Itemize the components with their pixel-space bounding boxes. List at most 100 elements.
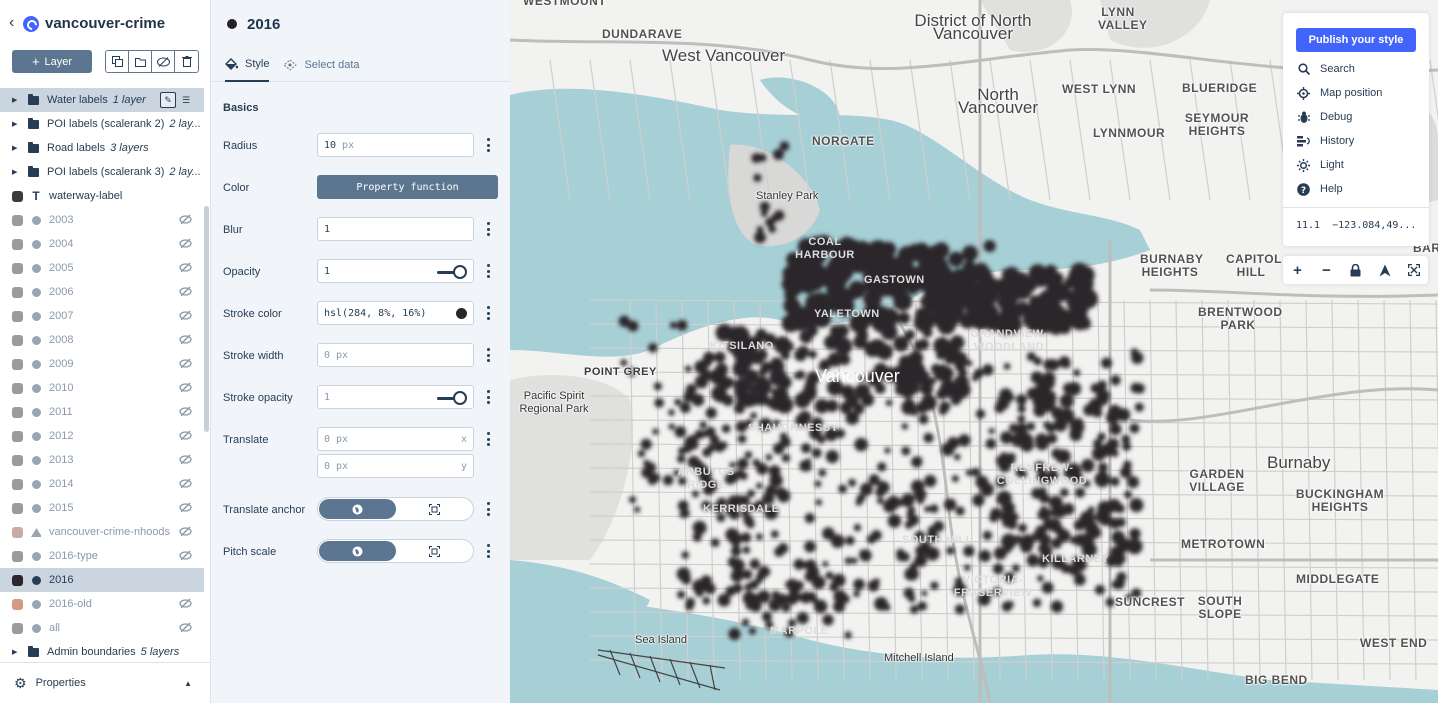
delete-layer-button[interactable] — [175, 51, 198, 72]
edit-icon[interactable]: ✎ — [160, 92, 176, 108]
layer-row[interactable]: ▶ POI labels (scalerank 3) 2 lay... — [0, 160, 204, 184]
layer-row[interactable]: vancouver-crime-nhoods — [0, 520, 204, 544]
layer-row[interactable]: 2016 — [0, 568, 204, 592]
layer-row[interactable]: 2011 — [0, 400, 204, 424]
layer-row[interactable]: 2009 — [0, 352, 204, 376]
layer-row[interactable]: 2004 — [0, 232, 204, 256]
layer-row[interactable]: all — [0, 616, 204, 640]
layer-row[interactable]: Twaterway-label — [0, 184, 204, 208]
eye-off-icon[interactable] — [179, 406, 192, 417]
add-layer-button[interactable]: + Layer — [12, 50, 92, 73]
zoom-in-button[interactable]: + — [1283, 256, 1312, 284]
layer-row[interactable]: 2014 — [0, 472, 204, 496]
pitch-scale-more-icon[interactable] — [485, 544, 491, 558]
anchor-viewport-option[interactable] — [397, 498, 474, 520]
tab-select-data[interactable]: Select data — [283, 48, 360, 82]
blur-more-icon[interactable] — [485, 222, 491, 236]
layer-row[interactable]: 2016-old — [0, 592, 204, 616]
eye-off-icon[interactable] — [179, 214, 192, 225]
opacity-input[interactable]: 1 — [317, 259, 474, 283]
eye-off-icon[interactable] — [179, 310, 192, 321]
translate-x-value: 0 — [324, 433, 331, 445]
stroke-color-more-icon[interactable] — [485, 306, 491, 320]
eye-off-icon[interactable] — [179, 382, 192, 393]
compass-button[interactable] — [1370, 256, 1399, 284]
chevron-right-icon[interactable]: ▶ — [12, 96, 24, 104]
menu-map-position[interactable]: Map position — [1297, 84, 1382, 102]
layer-row[interactable]: 2013 — [0, 448, 204, 472]
chevron-right-icon[interactable]: ▶ — [12, 144, 24, 152]
pitch-map-option[interactable] — [319, 541, 396, 561]
fullscreen-button[interactable] — [1399, 256, 1428, 284]
eye-off-icon[interactable] — [179, 550, 192, 561]
tab-style[interactable]: Style — [225, 48, 270, 82]
crime-point — [929, 504, 939, 514]
stroke-opacity-slider[interactable] — [437, 391, 467, 405]
anchor-map-option[interactable] — [319, 499, 396, 519]
opacity-slider[interactable] — [437, 265, 467, 279]
eye-off-icon[interactable] — [179, 598, 192, 609]
group-layers-button[interactable] — [129, 51, 152, 72]
crime-point — [1028, 264, 1048, 283]
layer-row[interactable]: ▶ Road labels 3 layers — [0, 136, 204, 160]
stroke-width-more-icon[interactable] — [485, 348, 491, 362]
translate-x-input[interactable]: 0 px x — [317, 427, 474, 451]
layer-row[interactable]: 2003 — [0, 208, 204, 232]
eye-off-icon[interactable] — [179, 334, 192, 345]
lock-button[interactable] — [1341, 256, 1370, 284]
menu-icon[interactable]: ☰ — [178, 92, 194, 108]
chevron-left-icon[interactable]: ‹ — [9, 14, 14, 32]
eye-off-icon[interactable] — [179, 454, 192, 465]
radius-input[interactable]: 10 px — [317, 133, 474, 157]
stroke-color-input[interactable]: hsl(284, 8%, 16%) — [317, 301, 474, 325]
menu-debug[interactable]: Debug — [1297, 108, 1352, 126]
menu-light[interactable]: Light — [1297, 156, 1344, 174]
layer-row[interactable]: 2012 — [0, 424, 204, 448]
translate-more-icon[interactable] — [485, 432, 491, 446]
publish-style-button[interactable]: Publish your style — [1296, 28, 1416, 52]
layer-row[interactable]: 2007 — [0, 304, 204, 328]
eye-off-icon[interactable] — [179, 262, 192, 273]
eye-off-icon[interactable] — [179, 526, 192, 537]
crime-point — [1091, 446, 1107, 461]
layer-row[interactable]: ▶ Water labels 1 layer ✎ ☰ — [0, 88, 204, 112]
eye-off-icon[interactable] — [179, 622, 192, 633]
eye-off-icon[interactable] — [179, 502, 192, 513]
layer-row[interactable]: 2006 — [0, 280, 204, 304]
layer-row[interactable]: ▶ POI labels (scalerank 2) 2 lay... — [0, 112, 204, 136]
menu-search[interactable]: Search — [1297, 60, 1355, 78]
duplicate-layer-button[interactable] — [106, 51, 129, 72]
blur-input[interactable]: 1 — [317, 217, 474, 241]
eye-off-icon[interactable] — [179, 358, 192, 369]
layer-list-scrollbar[interactable] — [204, 206, 209, 432]
translate-y-input[interactable]: 0 px y — [317, 454, 474, 478]
stroke-color-swatch[interactable] — [456, 308, 467, 319]
layer-row[interactable]: 2016-type — [0, 544, 204, 568]
eye-off-icon[interactable] — [179, 430, 192, 441]
toggle-visibility-button[interactable] — [152, 51, 175, 72]
layer-name: 2011 — [49, 406, 73, 418]
layer-row[interactable]: ▶ Admin boundaries 5 layers — [0, 640, 204, 660]
chevron-right-icon[interactable]: ▶ — [12, 120, 24, 128]
stroke-opacity-more-icon[interactable] — [485, 390, 491, 404]
menu-history[interactable]: History — [1297, 132, 1354, 150]
eye-off-icon[interactable] — [179, 238, 192, 249]
chevron-right-icon[interactable]: ▶ — [12, 648, 24, 656]
layer-row[interactable]: 2008 — [0, 328, 204, 352]
stroke-opacity-input[interactable]: 1 — [317, 385, 474, 409]
translate-anchor-more-icon[interactable] — [485, 502, 491, 516]
pitch-viewport-option[interactable] — [397, 540, 474, 562]
layer-row[interactable]: 2010 — [0, 376, 204, 400]
menu-help[interactable]: ? Help — [1297, 180, 1343, 198]
opacity-more-icon[interactable] — [485, 264, 491, 278]
property-function-button[interactable]: Property function — [317, 175, 498, 199]
layer-row[interactable]: 2015 — [0, 496, 204, 520]
properties-toggle[interactable]: ⚙ Properties ▲ — [0, 662, 210, 703]
eye-off-icon[interactable] — [179, 478, 192, 489]
layer-row[interactable]: 2005 — [0, 256, 204, 280]
eye-off-icon[interactable] — [179, 286, 192, 297]
stroke-width-input[interactable]: 0 px — [317, 343, 474, 367]
radius-more-icon[interactable] — [485, 138, 491, 152]
zoom-out-button[interactable]: − — [1312, 256, 1341, 284]
chevron-right-icon[interactable]: ▶ — [12, 168, 24, 176]
